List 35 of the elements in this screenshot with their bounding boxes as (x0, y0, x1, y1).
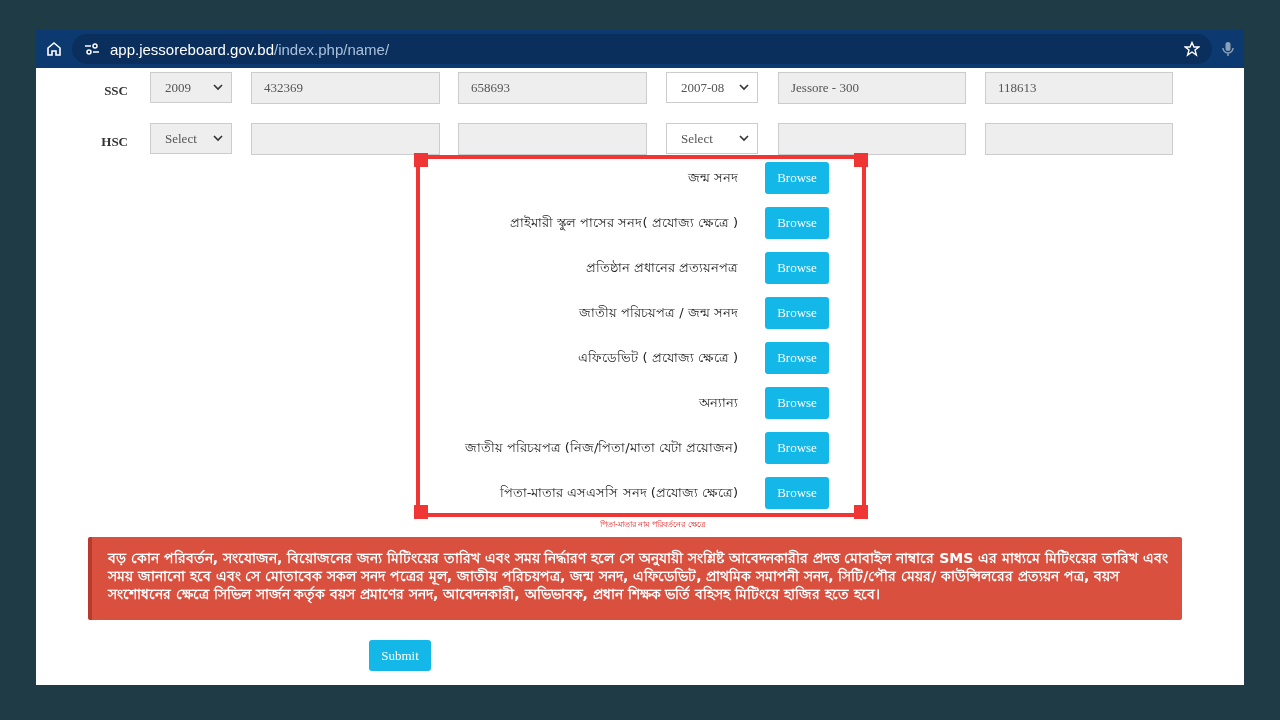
browse-button[interactable]: Browse (765, 432, 829, 464)
browse-button[interactable]: Browse (765, 477, 829, 509)
year-select[interactable]: Select (150, 123, 232, 154)
exam-label: HSC (100, 132, 129, 150)
document-label: প্রাইমারী স্কুল পাসের সনদ( প্রযোজ্য ক্ষেত্রে ) (510, 213, 738, 233)
session-select[interactable]: Select (666, 123, 758, 154)
browse-button[interactable]: Browse (765, 387, 829, 419)
chevron-down-icon (739, 135, 749, 142)
site-settings-icon[interactable] (84, 42, 100, 56)
document-label: অন্যান্য (699, 393, 738, 412)
browse-button[interactable]: Browse (765, 342, 829, 374)
board-field: Jessore - 300 (778, 71, 966, 104)
microphone-icon[interactable] (1222, 41, 1234, 57)
browse-button[interactable]: Browse (765, 297, 829, 329)
home-icon[interactable] (46, 41, 62, 57)
document-label: জন্ম সনদ (687, 168, 738, 187)
year-select[interactable]: 2009 (150, 72, 232, 103)
hint-text: পিতা-মাতার নাম পরিবর্তনের ক্ষেত্রে (600, 519, 707, 531)
document-label: পিতা-মাতার এসএসসি সনদ (প্রযোজ্য ক্ষেত্রে) (499, 483, 738, 502)
document-label: জাতীয় পরিচয়পত্র (নিজ/পিতা/মাতা যেটা প্রয়োজন) (464, 438, 738, 457)
submit-button[interactable]: Submit (369, 640, 431, 671)
browse-button[interactable]: Browse (765, 207, 829, 239)
document-label: প্রতিষ্ঠান প্রধানের প্রত্যয়নপত্র (585, 258, 738, 277)
session-select[interactable]: 2007-08 (666, 72, 758, 103)
browse-button[interactable]: Browse (765, 252, 829, 284)
chevron-down-icon (213, 84, 223, 91)
bookmark-star-icon[interactable] (1184, 41, 1200, 57)
exam-label: SSC (103, 81, 129, 99)
chevron-down-icon (739, 84, 749, 91)
address-url[interactable]: app.jessoreboard.gov.bd/index.php/name/ (110, 40, 390, 58)
browse-button[interactable]: Browse (765, 162, 829, 194)
document-label: এফিডেভিট ( প্রযোজ্য ক্ষেত্রে ) (578, 348, 738, 367)
chevron-down-icon (213, 135, 223, 142)
document-label: জাতীয় পরিচয়পত্র / জন্ম সনদ (579, 303, 738, 322)
notice-banner: বড় কোন পরিবর্তন, সংযোজন, বিয়োজনের জন্য মিটিংয়ের তারিখ এবং সময় নির্দ্ধারণ হলে সে অনুযায়ী সংশ্লিষ্ট আবেদনকারীর প্রদত্ত মোবাইল নাম্বারে SMS এর মাধ্যমে মিটিংয়ের তারিখ এবং সময় জানানো হবে এবং সে মোতাবেক সকল সনদ পত্রের মূল, জাতীয় পরিচয়পত্র, জন্ম সনদ, এফিডেভিট, প্রাথমিক সমাপনী সনদ, সিটি/পৌর মেয়র/ কাউন্সিলরের প্রত্যয়ন পত্র, বয়স সংশোধনের ক্ষেত্রে সিভিল সার্জন কর্তৃক বয়স প্রমাণের সনদ, আবেদনকারী, অভিভাবক, প্রধান শিক্ষক ভর্তি বহিসহ মিটিংয়ে হাজির হতে হবে। (88, 537, 1182, 620)
